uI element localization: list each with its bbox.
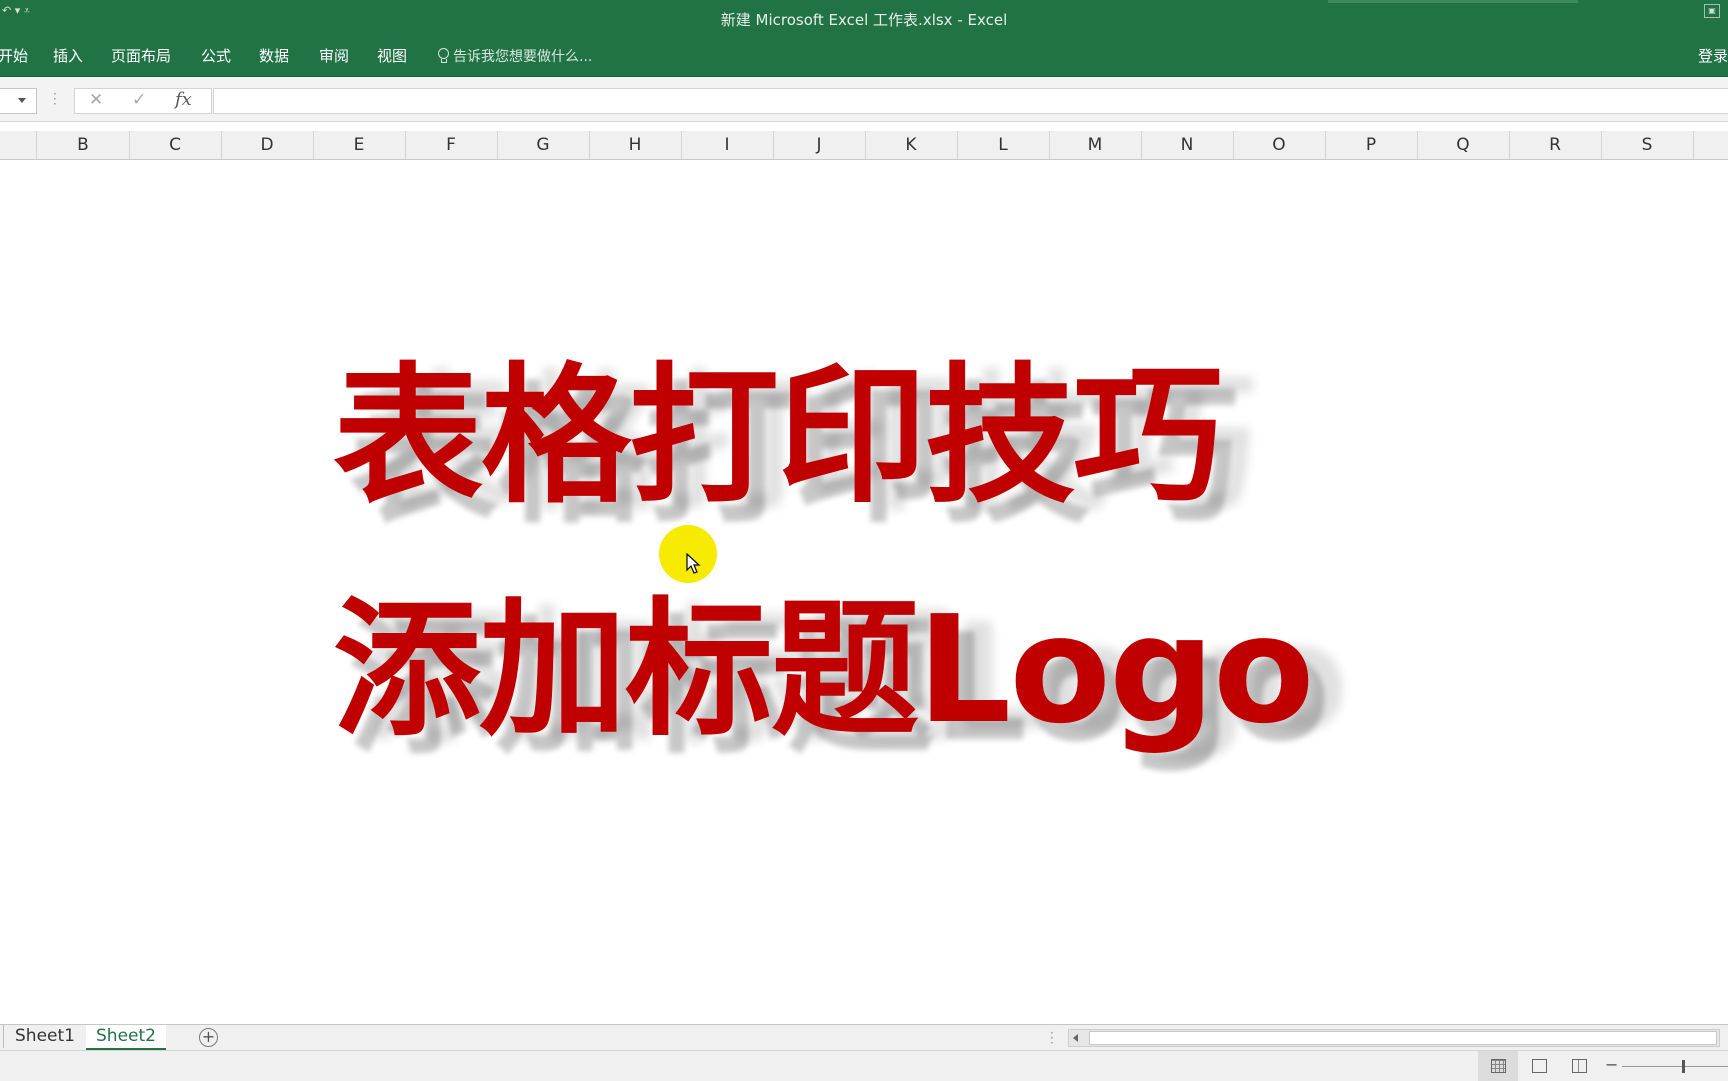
fx-icon[interactable]: fx <box>175 89 192 110</box>
column-header[interactable]: L <box>957 131 1050 159</box>
formula-buttons: ✕ ✓ fx <box>74 88 212 114</box>
zoom-slider-thumb[interactable] <box>1682 1060 1685 1073</box>
tab-view[interactable]: 视图 <box>377 45 407 66</box>
name-box[interactable] <box>0 88 37 114</box>
zoom-slider[interactable] <box>1622 1066 1728 1067</box>
column-header[interactable]: O <box>1233 131 1326 159</box>
tab-formulas[interactable]: 公式 <box>201 45 231 66</box>
tell-me-search[interactable]: 告诉我您想要做什么... <box>437 46 592 66</box>
window-title: 新建 Microsoft Excel 工作表.xlsx - Excel <box>720 11 1008 29</box>
normal-view-button[interactable] <box>1478 1051 1518 1081</box>
headline-text-2: 添加标题Logo <box>333 584 1315 756</box>
normal-view-icon <box>1491 1059 1506 1073</box>
column-header[interactable]: D <box>221 131 314 159</box>
title-bar-accent <box>1328 0 1578 3</box>
column-headers: B C D E F G H I J K L M N O P Q R S <box>0 131 1728 160</box>
column-header[interactable]: M <box>1049 131 1142 159</box>
column-header[interactable]: C <box>129 131 222 159</box>
headline-text-1: 表格打印技巧 <box>333 350 1223 524</box>
tab-page-layout[interactable]: 页面布局 <box>111 45 171 66</box>
column-header[interactable]: S <box>1601 131 1694 159</box>
cancel-icon[interactable]: ✕ <box>89 90 103 110</box>
column-header-a[interactable] <box>0 131 37 159</box>
column-header[interactable]: N <box>1141 131 1234 159</box>
scrollbar-thumb[interactable] <box>1089 1031 1717 1045</box>
sheet-tab-sheet2[interactable]: Sheet2 <box>86 1025 166 1050</box>
add-sheet-icon[interactable]: + <box>199 1028 218 1047</box>
formula-bar-splitter[interactable]: · · · <box>53 88 57 110</box>
ribbon-tabs: 开始 插入 页面布局 公式 数据 审阅 视图 告诉我您想要做什么... 登录 <box>0 36 1728 77</box>
tab-split-handle[interactable]: · · · <box>1050 1027 1054 1049</box>
lightbulb-icon <box>437 48 449 64</box>
tab-review[interactable]: 审阅 <box>319 45 349 66</box>
column-header[interactable]: F <box>405 131 498 159</box>
sheet-tabs-bar: Sheet1 Sheet2 + · · · <box>0 1024 1728 1050</box>
tab-home[interactable]: 开始 <box>0 45 28 66</box>
formula-input[interactable] <box>213 88 1728 114</box>
column-header[interactable]: E <box>313 131 406 159</box>
zoom-out-button[interactable]: − <box>1605 1055 1618 1074</box>
title-bar: ↶ ▾ ⩡ 新建 Microsoft Excel 工作表.xlsx - Exce… <box>0 0 1728 36</box>
cursor-icon <box>686 553 701 574</box>
column-header[interactable]: P <box>1325 131 1418 159</box>
tab-insert[interactable]: 插入 <box>53 45 83 66</box>
column-header[interactable]: R <box>1509 131 1602 159</box>
scroll-left-icon[interactable] <box>1073 1034 1078 1042</box>
tell-me-label: 告诉我您想要做什么... <box>453 49 593 65</box>
page-break-icon[interactable] <box>1572 1059 1587 1073</box>
column-header[interactable]: K <box>865 131 958 159</box>
sheet-tab-sheet1[interactable]: Sheet1 <box>3 1025 87 1048</box>
column-header[interactable]: I <box>681 131 774 159</box>
ribbon-display-options-icon[interactable]: ▣ <box>1704 4 1720 18</box>
page-layout-icon[interactable] <box>1532 1059 1547 1073</box>
column-header[interactable]: J <box>773 131 866 159</box>
column-header[interactable]: G <box>497 131 590 159</box>
tab-data[interactable]: 数据 <box>259 45 289 66</box>
column-header[interactable]: Q <box>1417 131 1510 159</box>
column-header[interactable]: B <box>37 131 130 159</box>
chevron-down-icon[interactable] <box>18 98 26 103</box>
column-header[interactable]: H <box>589 131 682 159</box>
status-bar: − <box>0 1050 1728 1081</box>
enter-icon[interactable]: ✓ <box>132 90 146 110</box>
sign-in-link[interactable]: 登录 <box>1698 45 1728 66</box>
horizontal-scrollbar[interactable] <box>1068 1029 1720 1047</box>
formula-bar: · · · ✕ ✓ fx <box>0 77 1728 122</box>
